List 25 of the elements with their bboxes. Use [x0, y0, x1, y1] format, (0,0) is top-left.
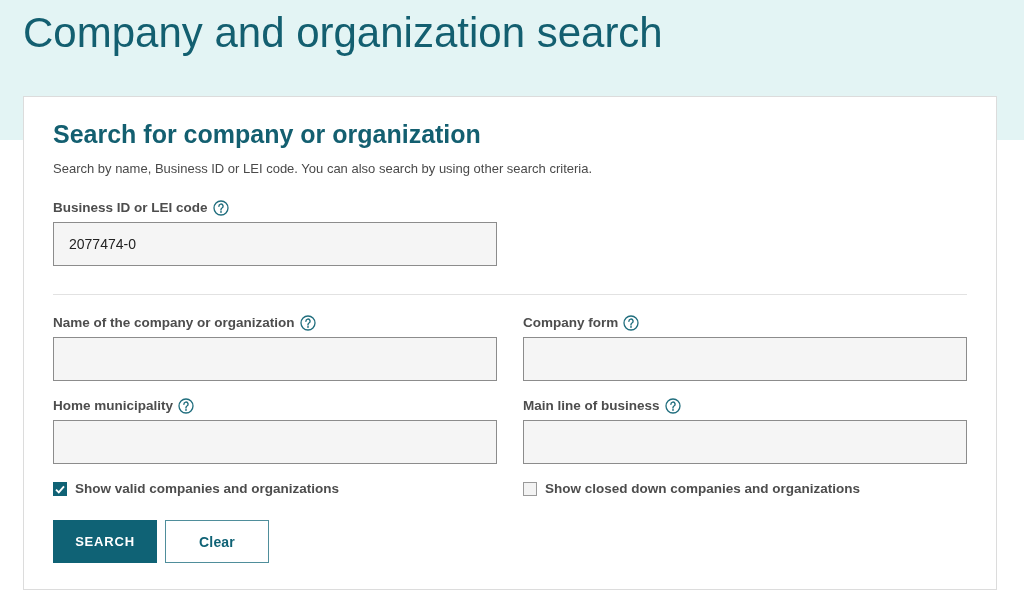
form-description: Search by name, Business ID or LEI code. You can also search by using other search criteria.: [53, 160, 594, 178]
field-label: Company form: [523, 314, 619, 332]
search-button[interactable]: SEARCH: [53, 520, 157, 563]
input-field[interactable]: [53, 420, 497, 464]
help-icon[interactable]: [212, 200, 229, 216]
help-icon[interactable]: [664, 398, 681, 414]
checkbox[interactable]: [53, 482, 67, 496]
input-field[interactable]: [53, 337, 497, 381]
help-icon[interactable]: [623, 315, 640, 331]
clear-button[interactable]: Clear: [165, 520, 269, 563]
field-label: Main line of business: [523, 397, 660, 415]
checkbox-label[interactable]: Show valid companies and organizations: [75, 481, 340, 497]
input-field[interactable]: [523, 337, 967, 381]
field-label: Home municipality: [53, 397, 174, 415]
field-label: Business ID or LEI code: [53, 199, 208, 217]
checkmark-icon: [55, 484, 65, 494]
help-icon[interactable]: [299, 315, 316, 331]
form-title: Search for company or organization: [53, 119, 482, 150]
field-label: Name of the company or organization: [53, 314, 295, 332]
checkbox[interactable]: [523, 482, 537, 496]
page-title: Company and organization search: [23, 8, 664, 58]
checkbox-label[interactable]: Show closed down companies and organizations: [545, 481, 861, 497]
help-icon[interactable]: [178, 398, 195, 414]
input-field[interactable]: 2077474-0: [53, 222, 497, 266]
input-field[interactable]: [523, 420, 967, 464]
